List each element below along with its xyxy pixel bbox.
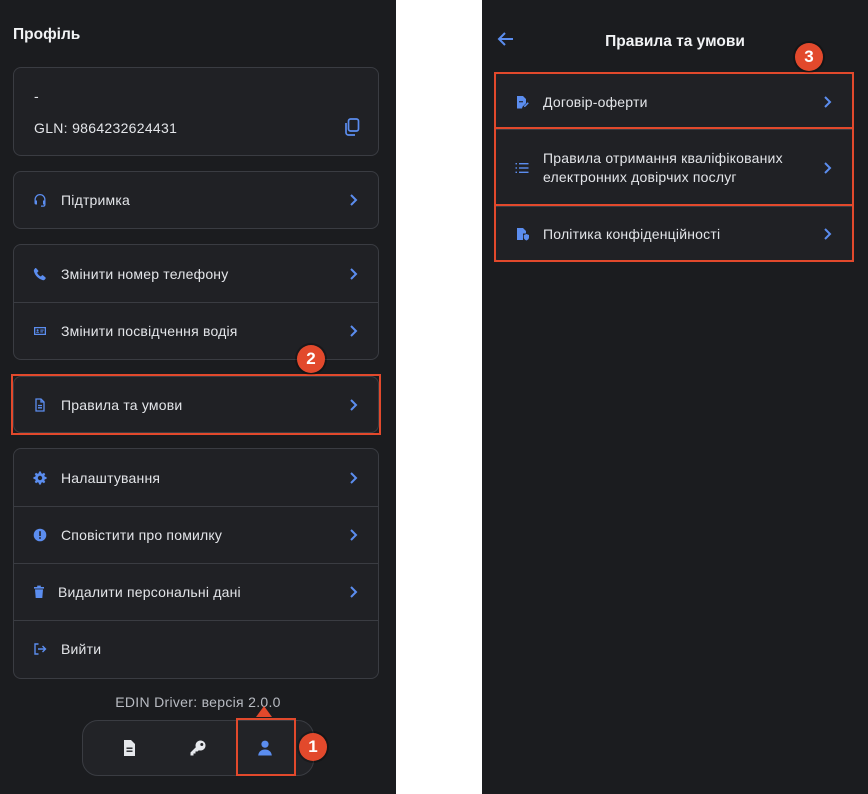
chevron-right-icon — [348, 324, 358, 338]
chevron-right-icon — [348, 528, 358, 542]
delete-data-label: Видалити персональні дані — [58, 584, 241, 600]
bottom-navigation — [82, 720, 314, 776]
chevron-right-icon — [822, 161, 832, 175]
logout-item[interactable]: Вийти — [14, 620, 378, 677]
document-icon — [32, 397, 48, 413]
profile-screen: Профіль - GLN: 9864232624431 Підтримка З… — [0, 0, 396, 794]
step-badge-1: 1 — [299, 733, 327, 761]
delete-data-item[interactable]: Видалити персональні дані — [14, 563, 378, 620]
chevron-right-icon — [348, 585, 358, 599]
privacy-policy-item[interactable]: Політика конфіденційності — [496, 206, 852, 260]
support-label: Підтримка — [61, 192, 131, 208]
offer-agreement-item[interactable]: Договір-оферти — [496, 74, 852, 129]
step-badge-3: 3 — [795, 43, 823, 71]
settings-item[interactable]: Налаштування — [14, 449, 378, 506]
chevron-right-icon — [348, 471, 358, 485]
account-card: Змінити номер телефону Змінити посвідчен… — [13, 244, 379, 360]
document-icon — [124, 740, 135, 756]
privacy-document-icon — [514, 226, 530, 242]
terms-list-card: Договір-оферти Правила отримання кваліфі… — [495, 73, 853, 261]
terms-item[interactable]: Правила та умови — [14, 377, 378, 432]
trust-services-rules-label: Правила отримання кваліфікованих електро… — [543, 150, 783, 185]
change-license-item[interactable]: Змінити посвідчення водія — [14, 302, 378, 359]
id-card-icon — [32, 323, 48, 339]
key-icon — [190, 740, 206, 756]
chevron-right-icon — [822, 227, 832, 241]
privacy-policy-label: Політика конфіденційності — [543, 225, 721, 242]
signed-document-icon — [514, 94, 530, 110]
copy-icon[interactable] — [344, 118, 360, 136]
settings-label: Налаштування — [61, 469, 161, 486]
trash-icon — [31, 584, 47, 600]
phone-icon — [32, 266, 48, 282]
change-phone-item[interactable]: Змінити номер телефону — [14, 245, 378, 302]
step-badge-2: 2 — [297, 345, 325, 373]
profile-info-card: - GLN: 9864232624431 — [13, 67, 379, 156]
report-bug-label: Сповістити про помилку — [61, 527, 223, 543]
gln-value: GLN: 9864232624431 — [34, 120, 178, 136]
trust-services-rules-item[interactable]: Правила отримання кваліфікованих електро… — [496, 129, 852, 206]
nav-documents-button[interactable] — [116, 735, 142, 761]
user-icon — [258, 740, 272, 756]
arrow-up-icon — [256, 706, 272, 717]
change-phone-label: Змінити номер телефону — [61, 265, 229, 282]
profile-name: - — [34, 88, 39, 104]
chevron-right-icon — [348, 398, 358, 412]
settings-card: Налаштування Сповістити про помилку Вида… — [13, 448, 379, 679]
support-card: Підтримка — [13, 171, 379, 229]
terms-card: Правила та умови — [13, 376, 379, 433]
alert-icon — [32, 527, 48, 543]
numbered-list-icon — [514, 160, 530, 176]
terms-label: Правила та умови — [61, 396, 183, 413]
headset-icon — [32, 192, 48, 208]
report-bug-item[interactable]: Сповістити про помилку — [14, 506, 378, 563]
app-version: EDIN Driver: версія 2.0.0 — [115, 694, 281, 710]
nav-profile-button[interactable] — [252, 735, 278, 761]
chevron-right-icon — [348, 193, 358, 207]
chevron-right-icon — [348, 267, 358, 281]
gear-icon — [32, 470, 48, 486]
change-license-label: Змінити посвідчення водія — [61, 323, 238, 339]
terms-screen: Правила та умови Договір-оферти Правила … — [482, 0, 868, 794]
chevron-right-icon — [822, 95, 832, 109]
support-item[interactable]: Підтримка — [14, 172, 378, 228]
logout-label: Вийти — [61, 641, 102, 657]
offer-agreement-label: Договір-оферти — [543, 93, 648, 110]
nav-keys-button[interactable] — [185, 735, 211, 761]
logout-icon — [32, 641, 48, 657]
page-title: Профіль — [13, 26, 81, 43]
